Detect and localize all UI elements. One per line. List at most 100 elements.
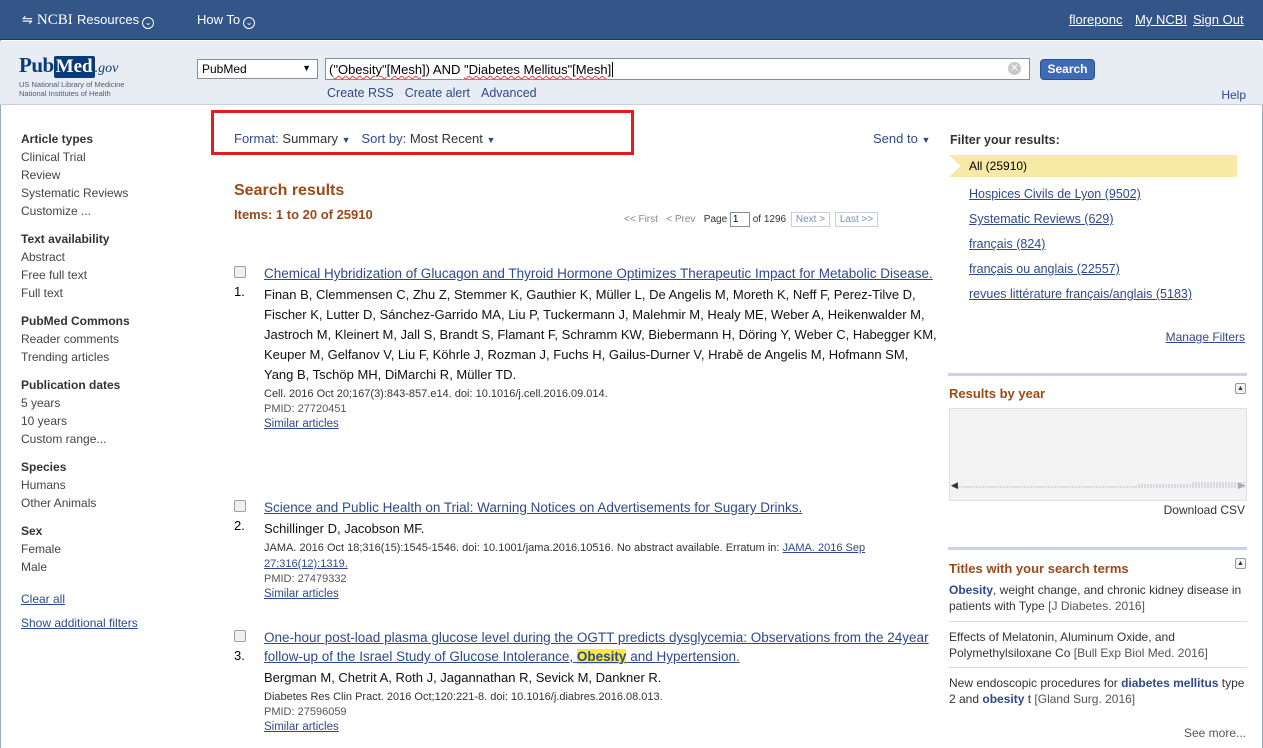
result-checkbox[interactable]: [234, 500, 246, 512]
filter-item[interactable]: Full text: [21, 284, 201, 302]
collapse-icon[interactable]: ▲: [1235, 383, 1246, 394]
chevron-down-icon: ⌄: [243, 17, 256, 29]
filter-item[interactable]: Review: [21, 166, 201, 184]
clear-all-link[interactable]: Clear all: [21, 590, 201, 608]
ncbi-logo[interactable]: ⇋ NCBI: [22, 12, 73, 29]
send-to-menu[interactable]: Send to ▼: [873, 131, 930, 146]
create-alert-link[interactable]: Create alert: [405, 86, 470, 100]
items-count: Items: 1 to 20 of 25910: [234, 207, 373, 222]
filter-group-article-types: Article types Clinical Trial Review Syst…: [21, 130, 201, 220]
result-title-link[interactable]: One-hour post-load plasma glucose level …: [264, 628, 939, 666]
database-select[interactable]: PubMed ▼: [197, 59, 318, 79]
page-number-input[interactable]: [729, 212, 750, 227]
clear-search-icon[interactable]: ✕: [1008, 62, 1021, 75]
left-filter-sidebar: Article types Clinical Trial Review Syst…: [21, 130, 201, 632]
title-suggestion[interactable]: Obesity, weight change, and chronic kidn…: [949, 582, 1247, 614]
resources-menu[interactable]: Resources ⌄: [77, 12, 155, 29]
title-suggestion[interactable]: Effects of Melatonin, Aluminum Oxide, an…: [949, 629, 1247, 661]
filter-heading: Filter your results:: [950, 133, 1060, 147]
first-page-link[interactable]: << First: [624, 214, 658, 225]
sign-out-link[interactable]: Sign Out: [1193, 12, 1244, 28]
search-input[interactable]: ("Obesity"[Mesh]) AND "Diabetes Mellitus…: [325, 58, 1030, 80]
result-title-link[interactable]: Science and Public Health on Trial: Warn…: [264, 498, 939, 517]
filter-group-heading: Text availability: [21, 232, 110, 246]
caret-down-icon: ▼: [341, 135, 351, 145]
result-authors: Schillinger D, Jacobson MF.: [264, 521, 425, 536]
similar-articles-link[interactable]: Similar articles: [264, 719, 939, 735]
caret-down-icon: ▼: [921, 135, 931, 145]
create-rss-link[interactable]: Create RSS: [327, 86, 394, 100]
result-checkbox[interactable]: [234, 630, 246, 642]
last-page-button[interactable]: Last >>: [834, 212, 879, 227]
result-authors: Bergman M, Chetrit A, Roth J, Jagannatha…: [264, 670, 662, 685]
filter-item[interactable]: Systematic Reviews: [21, 184, 201, 202]
result-source: JAMA. 2016 Oct 18;316(15):1545-1546. doi…: [264, 542, 866, 570]
filter-item[interactable]: Customize ...: [21, 202, 201, 220]
filter-item[interactable]: Humans: [21, 476, 201, 494]
filter-item[interactable]: Reader comments: [21, 330, 201, 348]
see-more-link[interactable]: See more...: [1184, 726, 1246, 740]
panel-divider: [948, 373, 1247, 376]
result-authors: Finan B, Clemmensen C, Zhu Z, Stemmer K,…: [264, 287, 937, 382]
title-suggestion[interactable]: New endoscopic procedures for diabetes m…: [949, 675, 1247, 707]
chevron-down-icon: ⌄: [142, 17, 155, 29]
result-title-link[interactable]: Chemical Hybridization of Glucagon and T…: [264, 264, 939, 283]
help-link[interactable]: Help: [1221, 88, 1246, 102]
filter-results-panel: Filter your results: All (25910) Hospice…: [949, 133, 1249, 302]
filter-item[interactable]: Trending articles: [21, 348, 201, 366]
chart-scrollbar[interactable]: ◀ ▶: [949, 480, 1247, 492]
result-item: 3. One-hour post-load plasma glucose lev…: [234, 628, 939, 735]
filter-all[interactable]: All (25910): [949, 155, 1237, 177]
scroll-right-icon[interactable]: ▶: [1238, 480, 1245, 491]
result-source: Cell. 2016 Oct 20;167(3):843-857.e14. do…: [264, 388, 608, 400]
result-checkbox[interactable]: [234, 266, 246, 278]
filter-item[interactable]: Abstract: [21, 248, 201, 266]
my-ncbi-link[interactable]: My NCBI: [1135, 12, 1187, 28]
filter-item[interactable]: Free full text: [21, 266, 201, 284]
sort-menu[interactable]: Sort by: Most Recent ▼: [361, 131, 495, 146]
collapse-icon[interactable]: ▲: [1235, 558, 1246, 569]
username-link[interactable]: floreponc: [1069, 12, 1122, 28]
prev-page-link[interactable]: < Prev: [666, 214, 695, 225]
filter-group-heading: Publication dates: [21, 378, 121, 392]
filter-item[interactable]: Clinical Trial: [21, 148, 201, 166]
search-button[interactable]: Search: [1040, 59, 1095, 80]
next-page-button[interactable]: Next >: [790, 212, 831, 227]
filter-item[interactable]: 5 years: [21, 394, 201, 412]
filter-link[interactable]: revues littérature français/anglais (518…: [969, 286, 1199, 302]
filter-item[interactable]: Other Animals: [21, 494, 201, 512]
filter-link[interactable]: français (824): [969, 236, 1249, 252]
filter-item[interactable]: Female: [21, 540, 201, 558]
howto-menu[interactable]: How To ⌄: [197, 12, 256, 29]
year-bars: [950, 428, 1246, 488]
result-number: 2.: [234, 518, 245, 533]
caret-down-icon: ▼: [486, 135, 496, 145]
similar-articles-link[interactable]: Similar articles: [264, 586, 939, 602]
filter-item[interactable]: Custom range...: [21, 430, 201, 448]
filter-group-pubmed-commons: PubMed Commons Reader comments Trending …: [21, 312, 201, 366]
scroll-left-icon[interactable]: ◀: [951, 480, 958, 491]
filter-item[interactable]: Male: [21, 558, 201, 576]
filter-link[interactable]: français ou anglais (22557): [969, 261, 1249, 277]
search-results-heading: Search results: [234, 182, 345, 199]
pubmed-logo[interactable]: Pub Med .gov US National Library of Medici…: [19, 53, 124, 98]
search-term-highlight: Obesity: [576, 649, 627, 664]
format-menu[interactable]: Format: Summary ▼: [234, 131, 351, 146]
advanced-link[interactable]: Advanced: [481, 86, 537, 100]
download-csv-link[interactable]: Download CSV: [1164, 503, 1245, 517]
manage-filters-link[interactable]: Manage Filters: [1166, 330, 1245, 344]
filter-group-species: Species Humans Other Animals: [21, 458, 201, 512]
filter-link[interactable]: Systematic Reviews (629): [969, 211, 1249, 227]
results-by-year-title: Results by year: [949, 386, 1046, 401]
similar-articles-link[interactable]: Similar articles: [264, 416, 939, 432]
filter-link[interactable]: Hospices Civils de Lyon (9502): [969, 186, 1249, 202]
divider: [949, 667, 1247, 668]
filter-item[interactable]: 10 years: [21, 412, 201, 430]
ncbi-logo-icon: ⇋: [22, 13, 33, 28]
result-pmid: PMID: 27720451: [264, 403, 347, 415]
search-band: Pub Med .gov US National Library of Medici…: [0, 41, 1263, 105]
filter-group-text-availability: Text availability Abstract Free full tex…: [21, 230, 201, 302]
show-additional-filters-link[interactable]: Show additional filters: [21, 614, 201, 632]
result-source: Diabetes Res Clin Pract. 2016 Oct;120:22…: [264, 691, 663, 703]
filter-group-heading: Sex: [21, 524, 43, 538]
